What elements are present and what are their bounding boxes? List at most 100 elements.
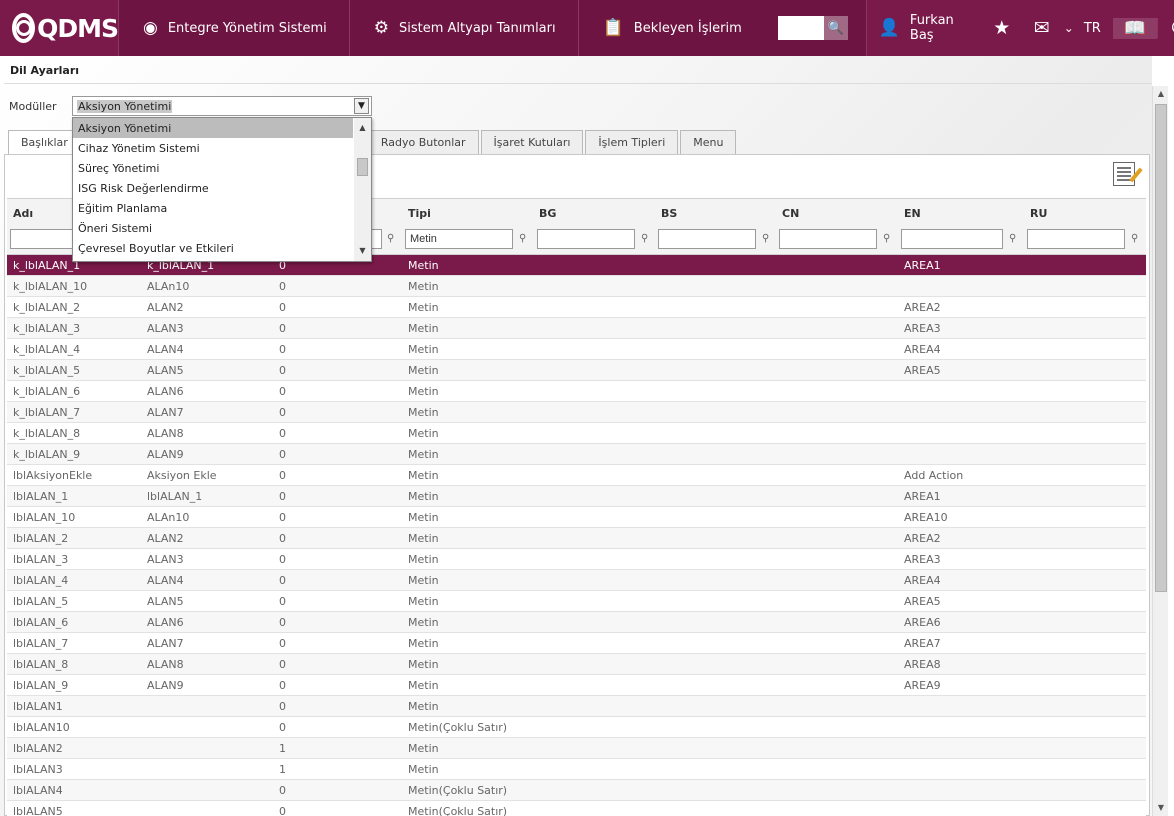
col-header-ru[interactable]: RU [1030,207,1047,220]
scroll-down-arrow-icon[interactable]: ▼ [1153,800,1169,816]
table-cell: lblALAN_8 [13,658,69,671]
table-row[interactable]: lblALAN_4 ALAN4 0 Metin AREA4 [7,570,1146,591]
table-row[interactable]: k_lblALAN_8 ALAN8 0 Metin [7,423,1146,444]
table-cell: 1 [279,742,286,755]
export-edit-icon[interactable] [1113,162,1135,186]
filter-icon[interactable]: ⚲ [519,233,526,244]
col-header-bs[interactable]: BS [661,207,677,220]
table-cell: ALAN4 [147,343,184,356]
col-header-bg[interactable]: BG [539,207,556,220]
scrollbar-thumb[interactable] [357,158,368,176]
table-cell: ALAN9 [147,679,184,692]
filter-bg-input[interactable] [537,229,635,249]
nav-sistem-altyapi-tanimlari[interactable]: ⚙ Sistem Altyapı Tanımları [348,0,578,56]
filter-icon[interactable]: ⚲ [762,233,769,244]
tab-isaret-kutulari[interactable]: İşaret Kutuları [480,130,584,154]
table-row[interactable]: k_lblALAN_5 ALAN5 0 Metin AREA5 [7,360,1146,381]
filter-icon[interactable]: ⚲ [883,233,890,244]
table-row[interactable]: k_lblALAN_2 ALAN2 0 Metin AREA2 [7,297,1146,318]
scroll-down-arrow-icon[interactable]: ▼ [354,243,371,259]
search-button[interactable]: 🔍 [823,16,848,40]
table-cell: Metin [408,553,439,566]
dropdown-option[interactable]: Çevresel Boyutlar ve Etkileri [73,238,353,258]
power-logout-icon[interactable]: ⏻ [1156,18,1174,38]
help-book-icon[interactable]: 📖 [1112,17,1157,39]
table-row[interactable]: k_lblALAN_3 ALAN3 0 Metin AREA3 [7,318,1146,339]
qdms-logo[interactable]: QDMS [0,0,119,56]
table-row[interactable]: lblALAN3 1 Metin [7,759,1146,780]
modules-select[interactable]: Aksiyon Yönetimi ▼ [72,96,372,116]
col-header-en[interactable]: EN [904,207,921,220]
table-row[interactable]: k_lblALAN_4 ALAN4 0 Metin AREA4 [7,339,1146,360]
table-cell: ALAN3 [147,322,184,335]
table-row[interactable]: k_lblALAN_6 ALAN6 0 Metin [7,381,1146,402]
table-row[interactable]: k_lblALAN_9 ALAN9 0 Metin [7,444,1146,465]
filter-ru-input[interactable] [1027,229,1125,249]
table-row[interactable]: lblALAN_1 lblALAN_1 0 Metin AREA1 [7,486,1146,507]
dropdown-scrollbar[interactable]: ▲ ▼ [354,118,371,261]
table-cell: ALAN9 [147,448,184,461]
col-header-tipi[interactable]: Tipi [408,207,431,220]
scroll-up-arrow-icon[interactable]: ▲ [1153,86,1169,102]
table-row[interactable]: lblALAN_5 ALAN5 0 Metin AREA5 [7,591,1146,612]
dropdown-option[interactable]: Süreç Yönetimi [73,158,353,178]
table-cell: 0 [279,553,286,566]
table-row[interactable]: k_lblALAN_7 ALAN7 0 Metin [7,402,1146,423]
table-cell: k_lblALAN_6 [13,385,81,398]
tab-basliklar[interactable]: Başlıklar [8,130,81,155]
col-header-adi[interactable]: Adı [13,207,33,220]
table-cell: 0 [279,364,286,377]
col-header-cn[interactable]: CN [782,207,799,220]
table-row[interactable]: lblALAN4 0 Metin(Çoklu Satır) [7,780,1146,801]
mail-icon[interactable]: ✉ [1022,17,1062,39]
language-selector[interactable]: ⌄ TR [1062,21,1113,36]
filter-icon[interactable]: ⚲ [387,233,394,244]
modules-dropdown-list: Aksiyon Yönetimi Cihaz Yönetim Sistemi Sür… [72,117,372,262]
filter-icon[interactable]: ⚲ [1009,233,1016,244]
table-row[interactable]: lblALAN_3 ALAN3 0 Metin AREA3 [7,549,1146,570]
dropdown-option[interactable]: Eğitim Planlama [73,198,353,218]
table-row[interactable]: lblALAN_6 ALAN6 0 Metin AREA6 [7,612,1146,633]
dropdown-option[interactable]: Cihaz Yönetim Sistemi [73,138,353,158]
table-row[interactable]: lblALAN10 0 Metin(Çoklu Satır) [7,717,1146,738]
table-cell: Add Action [904,469,964,482]
filter-bs-input[interactable] [658,229,756,249]
favorites-star-icon[interactable]: ★ [982,17,1022,39]
table-row[interactable]: k_lblALAN_10 ALAn10 0 Metin [7,276,1146,297]
table-cell: Metin [408,637,439,650]
table-cell: 0 [279,343,286,356]
nav-bekleyen-islerim[interactable]: 📋 Bekleyen İşlerim [577,0,764,56]
filter-tipi-input[interactable] [405,229,513,249]
table-row[interactable]: lblALAN_8 ALAN8 0 Metin AREA8 [7,654,1146,675]
page-scrollbar[interactable]: ▲ ▼ [1152,86,1168,816]
filter-icon[interactable]: ⚲ [641,233,648,244]
scroll-up-arrow-icon[interactable]: ▲ [354,120,371,136]
dropdown-option[interactable]: Öneri Sistemi [73,218,353,238]
dropdown-option[interactable]: Aksiyon Yönetimi [73,118,353,138]
filter-icon[interactable]: ⚲ [1131,233,1138,244]
table-cell: Metin [408,574,439,587]
table-row[interactable]: lblALAN_2 ALAN2 0 Metin AREA2 [7,528,1146,549]
filter-en-input[interactable] [901,229,1003,249]
top-navigation-bar: QDMS ◉ Entegre Yönetim Sistemi ⚙ Sistem … [0,0,1174,56]
user-menu[interactable]: 👤 Furkan Baş [865,0,982,56]
table-row[interactable]: lblALAN5 0 Metin(Çoklu Satır) [7,801,1146,816]
table-row[interactable]: lblALAN1 0 Metin [7,696,1146,717]
search-input[interactable] [777,16,824,40]
table-row[interactable]: lblALAN_9 ALAN9 0 Metin AREA9 [7,675,1146,696]
tab-radyo-butonlar[interactable]: Radyo Butonlar [367,130,479,154]
table-row[interactable]: lblALAN_10 ALAn10 0 Metin AREA10 [7,507,1146,528]
nav-entegre-yonetim-sistemi[interactable]: ◉ Entegre Yönetim Sistemi [118,0,349,56]
table-cell: k_lblALAN_4 [13,343,81,356]
filter-cn-input[interactable] [779,229,877,249]
table-row[interactable]: lblAksiyonEkle Aksiyon Ekle 0 Metin Add Acti… [7,465,1146,486]
table-row[interactable]: lblALAN_7 ALAN7 0 Metin AREA7 [7,633,1146,654]
scrollbar-thumb[interactable] [1155,104,1167,592]
tab-menu[interactable]: Menu [680,130,737,154]
table-cell: lblALAN4 [13,784,63,797]
tab-islem-tipleri[interactable]: İşlem Tipleri [585,130,679,154]
dropdown-option[interactable]: ISG Risk Değerlendirme [73,178,353,198]
chevron-down-icon[interactable]: ▼ [354,98,369,114]
table-row[interactable]: lblALAN2 1 Metin [7,738,1146,759]
table-cell: AREA4 [904,343,941,356]
